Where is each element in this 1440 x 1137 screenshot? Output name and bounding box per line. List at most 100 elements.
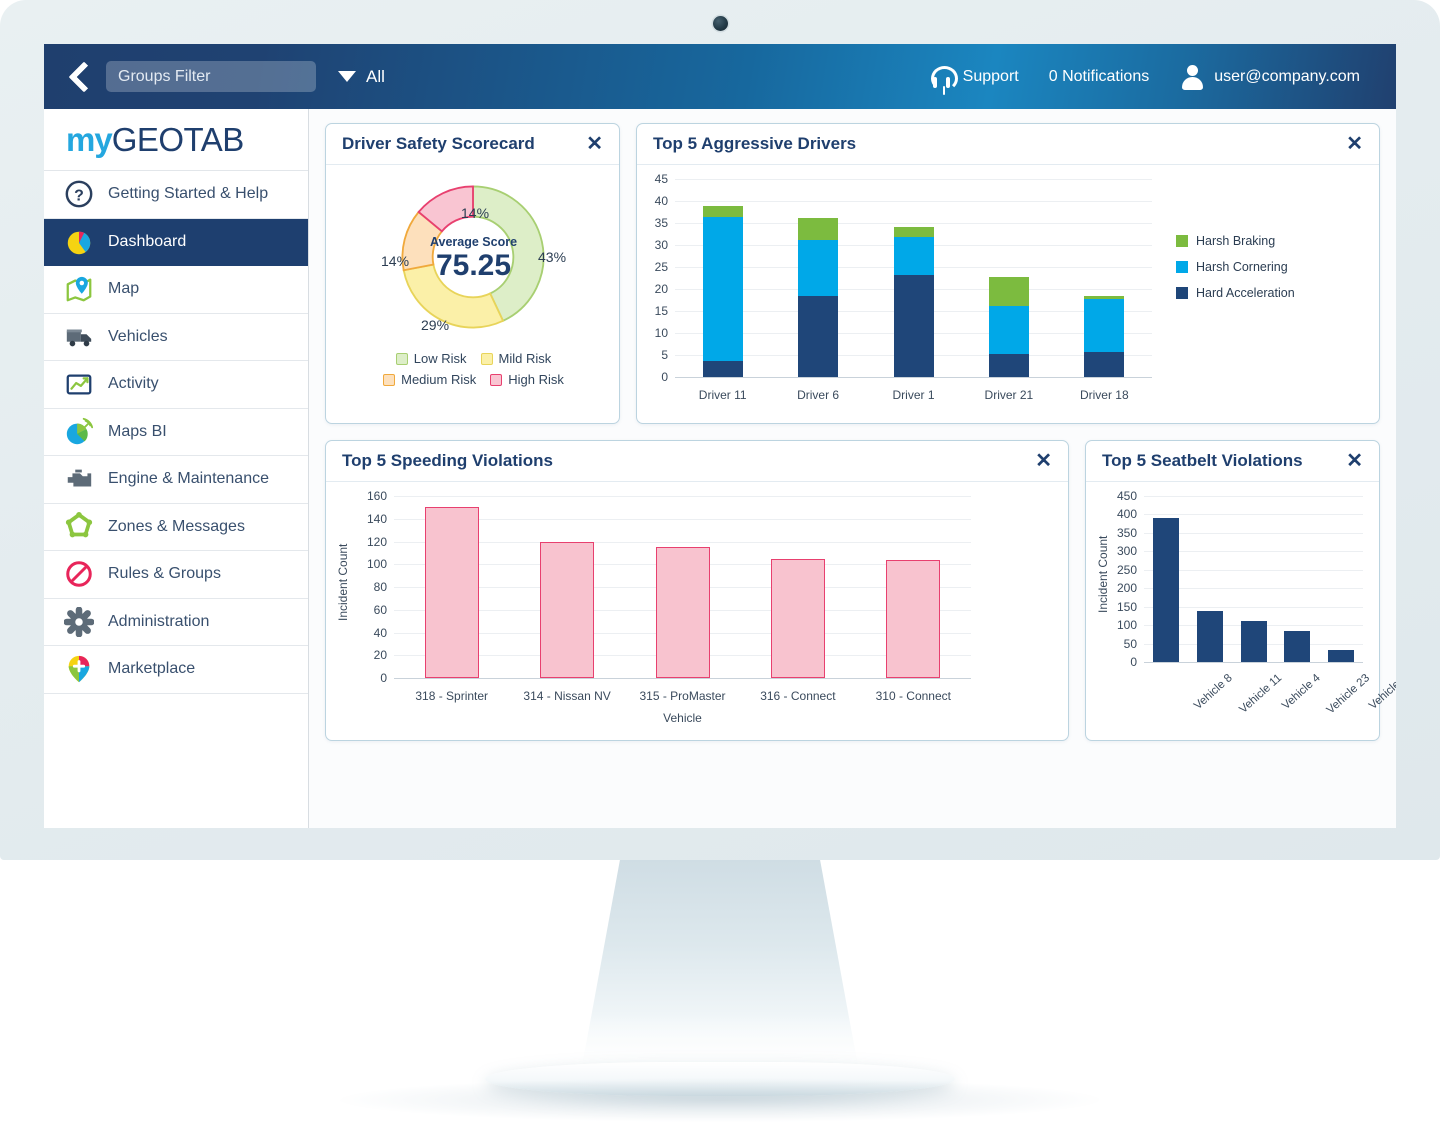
- donut-legend-item[interactable]: High Risk: [490, 372, 564, 387]
- bar[interactable]: [770, 558, 825, 678]
- bar[interactable]: [886, 559, 941, 678]
- y-axis-tick: 50: [1123, 636, 1137, 651]
- y-axis-tick: 10: [654, 326, 668, 340]
- bar[interactable]: [1152, 518, 1179, 662]
- donut-legend: Low Risk Mild Risk Medium Risk High Risk: [326, 351, 621, 387]
- sidebar-item-dashboard[interactable]: Dashboard: [44, 218, 308, 266]
- gear-icon: [63, 606, 95, 638]
- donut-legend-item[interactable]: Medium Risk: [383, 372, 476, 387]
- chart-legend: Harsh Braking Harsh Cornering Hard Acceler…: [1176, 234, 1295, 300]
- groups-filter-input[interactable]: [106, 61, 316, 92]
- card-title: Top 5 Aggressive Drivers: [653, 134, 857, 153]
- user-menu[interactable]: user@company.com: [1179, 64, 1360, 90]
- logo-prefix: my: [66, 120, 113, 158]
- legend-item[interactable]: Harsh Cornering: [1176, 260, 1295, 274]
- donut-legend-label: High Risk: [508, 372, 564, 387]
- bar[interactable]: [1196, 611, 1223, 662]
- bar-segment[interactable]: [1084, 352, 1125, 377]
- y-axis-tick: 20: [373, 648, 387, 663]
- bar-segment[interactable]: [893, 236, 934, 276]
- y-axis-tick: 150: [1116, 599, 1137, 614]
- bar[interactable]: [1284, 630, 1311, 662]
- x-axis-tick: 314 - Nissan NV: [523, 689, 611, 703]
- bar[interactable]: [702, 206, 743, 377]
- donut-chart: Average Score 75.25 43% 29% 14% 14% Low Ris…: [326, 165, 621, 387]
- y-axis-tick: 40: [654, 194, 668, 208]
- bar[interactable]: [655, 547, 710, 678]
- top-bar: All Support 0 Notifications user@company…: [44, 44, 1396, 109]
- bar[interactable]: [988, 277, 1029, 377]
- x-axis-tick: Vehicle 6: [1367, 672, 1396, 713]
- legend-item[interactable]: Hard Acceleration: [1176, 286, 1295, 300]
- bar-segment[interactable]: [702, 360, 743, 377]
- bar-segment[interactable]: [893, 226, 934, 237]
- support-label: Support: [962, 67, 1019, 85]
- sidebar-item-vehicles[interactable]: Vehicles: [44, 314, 308, 361]
- bar-segment[interactable]: [1084, 298, 1125, 353]
- bar-segment[interactable]: [798, 296, 839, 377]
- donut-legend-item[interactable]: Low Risk: [395, 351, 467, 366]
- legend-item[interactable]: Harsh Braking: [1176, 234, 1295, 248]
- legend-swatch-icon: [383, 373, 396, 386]
- close-icon[interactable]: ✕: [1346, 134, 1363, 154]
- card-title: Top 5 Seatbelt Violations: [1102, 451, 1303, 470]
- x-axis-tick: Driver 1: [892, 388, 935, 402]
- legend-label: Harsh Braking: [1196, 234, 1276, 248]
- gridline: [1144, 514, 1363, 516]
- y-axis-tick: 15: [654, 304, 668, 318]
- notifications-button[interactable]: 0 Notifications: [1049, 68, 1150, 86]
- sidebar-item-marketplace[interactable]: Marketplace: [44, 646, 308, 694]
- x-axis-line: [675, 377, 1152, 378]
- engine-icon: [64, 464, 94, 494]
- bar[interactable]: [798, 217, 839, 377]
- y-axis-tick: 400: [1116, 507, 1137, 522]
- seatbelt-violations-plot: 0 50 100 150 200 250 300 350 400 450 Incident Coun…: [1086, 482, 1396, 740]
- caret-down-icon[interactable]: [338, 71, 356, 82]
- card-body: 0 50 100 150 200 250 300 350 400 450 Incident Coun…: [1086, 482, 1396, 740]
- bar[interactable]: [424, 507, 479, 678]
- bar[interactable]: [1084, 296, 1125, 377]
- bar-segment[interactable]: [702, 216, 743, 361]
- bar[interactable]: [1240, 621, 1267, 662]
- bar-segment[interactable]: [988, 277, 1029, 307]
- close-icon[interactable]: ✕: [586, 134, 603, 154]
- bar-segment[interactable]: [893, 275, 934, 377]
- sidebar-item-rules-groups[interactable]: Rules & Groups: [44, 551, 308, 599]
- support-button[interactable]: Support: [929, 64, 1019, 91]
- bar-segment[interactable]: [798, 240, 839, 297]
- bar-segment[interactable]: [702, 206, 743, 217]
- sidebar: my GEOTAB ? Getting Started & Help Dashboar…: [44, 109, 309, 828]
- sidebar-item-label: Administration: [108, 612, 210, 630]
- sidebar-item-getting-started-help[interactable]: ? Getting Started & Help: [44, 171, 308, 219]
- bar-segment[interactable]: [988, 306, 1029, 354]
- chevron-left-icon[interactable]: [66, 62, 92, 92]
- bar-segment[interactable]: [1084, 296, 1125, 299]
- sidebar-item-zones-messages[interactable]: Zones & Messages: [44, 504, 308, 551]
- bar-segment[interactable]: [988, 353, 1029, 377]
- sidebar-item-administration[interactable]: Administration: [44, 599, 308, 646]
- legend-swatch-icon: [1176, 235, 1188, 247]
- bar[interactable]: [1328, 650, 1355, 662]
- card-top-5-speeding-violations: Top 5 Speeding Violations ✕ 0 20 40 60 80 100…: [325, 440, 1069, 741]
- user-avatar-icon: [1179, 64, 1205, 90]
- donut-legend-label: Mild Risk: [498, 351, 552, 366]
- donut-legend-item[interactable]: Mild Risk: [480, 351, 552, 366]
- legend-label: Hard Acceleration: [1196, 286, 1295, 300]
- sidebar-item-maps-bi[interactable]: Maps BI: [44, 409, 308, 456]
- x-axis-tick: 318 - Sprinter: [415, 689, 489, 703]
- sidebar-item-engine-maintenance[interactable]: Engine & Maintenance: [44, 456, 308, 504]
- donut-center-value: 75.25: [435, 249, 512, 282]
- bar[interactable]: [893, 226, 934, 377]
- truck-icon: [64, 322, 94, 352]
- sidebar-item-activity[interactable]: Activity: [44, 361, 308, 409]
- close-icon[interactable]: ✕: [1035, 451, 1052, 471]
- headset-icon: [929, 64, 958, 91]
- close-icon[interactable]: ✕: [1346, 451, 1363, 471]
- y-axis-tick: 45: [654, 172, 668, 186]
- logo-name: GEOTAB: [111, 120, 245, 158]
- filter-scope-label[interactable]: All: [366, 67, 385, 87]
- sidebar-item-map[interactable]: Map: [44, 266, 308, 314]
- bar-segment[interactable]: [798, 217, 839, 241]
- gridline: [675, 223, 1152, 224]
- bar[interactable]: [540, 541, 595, 678]
